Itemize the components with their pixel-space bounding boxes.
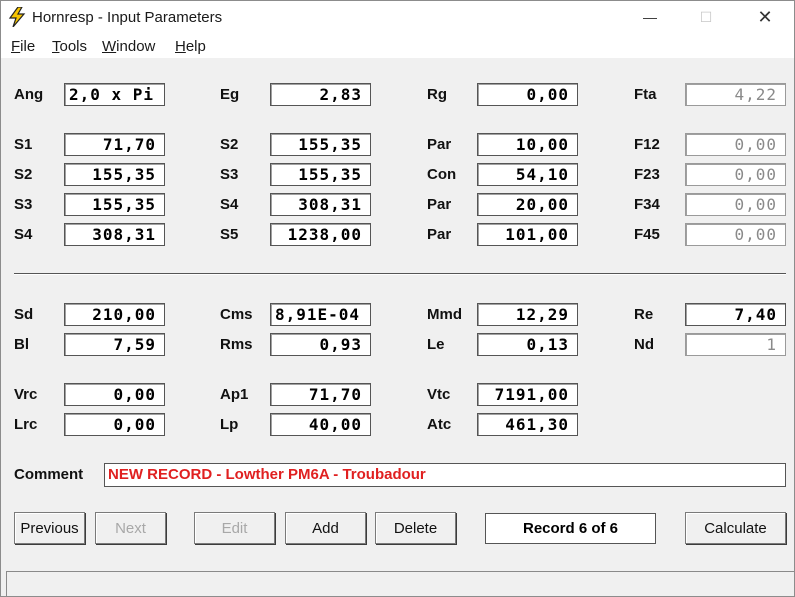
bl-field[interactable]: 7,59 <box>64 333 165 356</box>
atc-field[interactable]: 461,30 <box>477 413 578 436</box>
record-indicator: Record 6 of 6 <box>485 513 656 544</box>
delete-button[interactable]: Delete <box>375 512 456 544</box>
le-field[interactable]: 0,13 <box>477 333 578 356</box>
s1-field[interactable]: 71,70 <box>64 133 165 156</box>
f12-label: F12 <box>634 136 660 153</box>
par3-label: Par <box>427 196 452 213</box>
con-label: Con <box>427 166 457 183</box>
ap1-label: Ap1 <box>220 386 249 403</box>
section-divider <box>14 273 786 275</box>
rms-label: Rms <box>220 336 253 353</box>
par1-field[interactable]: 10,00 <box>477 133 578 156</box>
mmd-label: Mmd <box>427 306 462 323</box>
par1-label: Par <box>427 136 452 153</box>
f23-field: 0,00 <box>685 163 786 186</box>
fta-label: Fta <box>634 86 657 103</box>
vrc-label: Vrc <box>14 386 38 403</box>
ap1-field[interactable]: 71,70 <box>270 383 371 406</box>
sd-label: Sd <box>14 306 34 323</box>
s2-label-row2: S2 <box>14 166 33 183</box>
s3-label: S3 <box>220 166 239 183</box>
eg-field[interactable]: 2,83 <box>270 83 371 106</box>
s4-label: S4 <box>220 196 239 213</box>
menu-window[interactable]: Window <box>102 38 155 55</box>
cms-label: Cms <box>220 306 253 323</box>
f23-label: F23 <box>634 166 660 183</box>
mmd-field[interactable]: 12,29 <box>477 303 578 326</box>
vtc-field[interactable]: 7191,00 <box>477 383 578 406</box>
s5-label: S5 <box>220 226 239 243</box>
re-label: Re <box>634 306 654 323</box>
ang-field[interactable]: 2,0 x Pi <box>64 83 165 106</box>
minimize-button[interactable]: — <box>620 0 680 34</box>
lrc-label: Lrc <box>14 416 38 433</box>
minimize-icon: — <box>643 9 657 25</box>
atc-label: Atc <box>427 416 452 433</box>
par4-field[interactable]: 101,00 <box>477 223 578 246</box>
s4-field[interactable]: 308,31 <box>270 193 371 216</box>
comment-label: Comment <box>14 466 84 483</box>
rms-field[interactable]: 0,93 <box>270 333 371 356</box>
nd-label: Nd <box>634 336 654 353</box>
s1-label: S1 <box>14 136 33 153</box>
vtc-label: Vtc <box>427 386 451 403</box>
f45-field: 0,00 <box>685 223 786 246</box>
maximize-button[interactable]: ☐ <box>676 0 736 34</box>
add-button[interactable]: Add <box>285 512 366 544</box>
maximize-icon: ☐ <box>699 8 713 25</box>
ang-label: Ang <box>14 86 44 103</box>
menu-tools[interactable]: Tools <box>52 38 87 55</box>
menu-bar: File Tools Window Help <box>0 34 795 58</box>
comment-field[interactable]: NEW RECORD - Lowther PM6A - Troubadour <box>104 463 786 487</box>
edit-button[interactable]: Edit <box>194 512 275 544</box>
rg-label: Rg <box>427 86 447 103</box>
par4-label: Par <box>427 226 452 243</box>
menu-file[interactable]: File <box>11 38 35 55</box>
s2-field[interactable]: 155,35 <box>270 133 371 156</box>
fta-field: 4,22 <box>685 83 786 106</box>
par3-field[interactable]: 20,00 <box>477 193 578 216</box>
next-button[interactable]: Next <box>95 512 166 544</box>
s3-label-row3: S3 <box>14 196 33 213</box>
close-icon: ✕ <box>757 6 773 27</box>
nd-field: 1 <box>685 333 786 356</box>
s5-field[interactable]: 1238,00 <box>270 223 371 246</box>
status-bar <box>6 571 795 597</box>
lrc-field[interactable]: 0,00 <box>64 413 165 436</box>
re-field[interactable]: 7,40 <box>685 303 786 326</box>
le-label: Le <box>427 336 445 353</box>
s4-label-row4: S4 <box>14 226 33 243</box>
bl-label: Bl <box>14 336 29 353</box>
sd-field[interactable]: 210,00 <box>64 303 165 326</box>
rg-field[interactable]: 0,00 <box>477 83 578 106</box>
s3-field-row3[interactable]: 155,35 <box>64 193 165 216</box>
close-button[interactable]: ✕ <box>735 0 795 34</box>
f34-field: 0,00 <box>685 193 786 216</box>
f12-field: 0,00 <box>685 133 786 156</box>
f34-label: F34 <box>634 196 660 213</box>
eg-label: Eg <box>220 86 240 103</box>
previous-button[interactable]: Previous <box>14 512 85 544</box>
lightning-bolt-icon <box>8 7 26 27</box>
s4-field-row4[interactable]: 308,31 <box>64 223 165 246</box>
menu-help[interactable]: Help <box>175 38 206 55</box>
con-field[interactable]: 54,10 <box>477 163 578 186</box>
s3-field[interactable]: 155,35 <box>270 163 371 186</box>
s2-field-row2[interactable]: 155,35 <box>64 163 165 186</box>
cms-field[interactable]: 8,91E-04 <box>270 303 371 326</box>
f45-label: F45 <box>634 226 660 243</box>
calculate-button[interactable]: Calculate <box>685 512 786 544</box>
vrc-field[interactable]: 0,00 <box>64 383 165 406</box>
window-title: Hornresp - Input Parameters <box>32 9 223 26</box>
s2-label: S2 <box>220 136 239 153</box>
lp-field[interactable]: 40,00 <box>270 413 371 436</box>
lp-label: Lp <box>220 416 239 433</box>
title-bar: Hornresp - Input Parameters — ☐ ✕ <box>0 0 795 34</box>
